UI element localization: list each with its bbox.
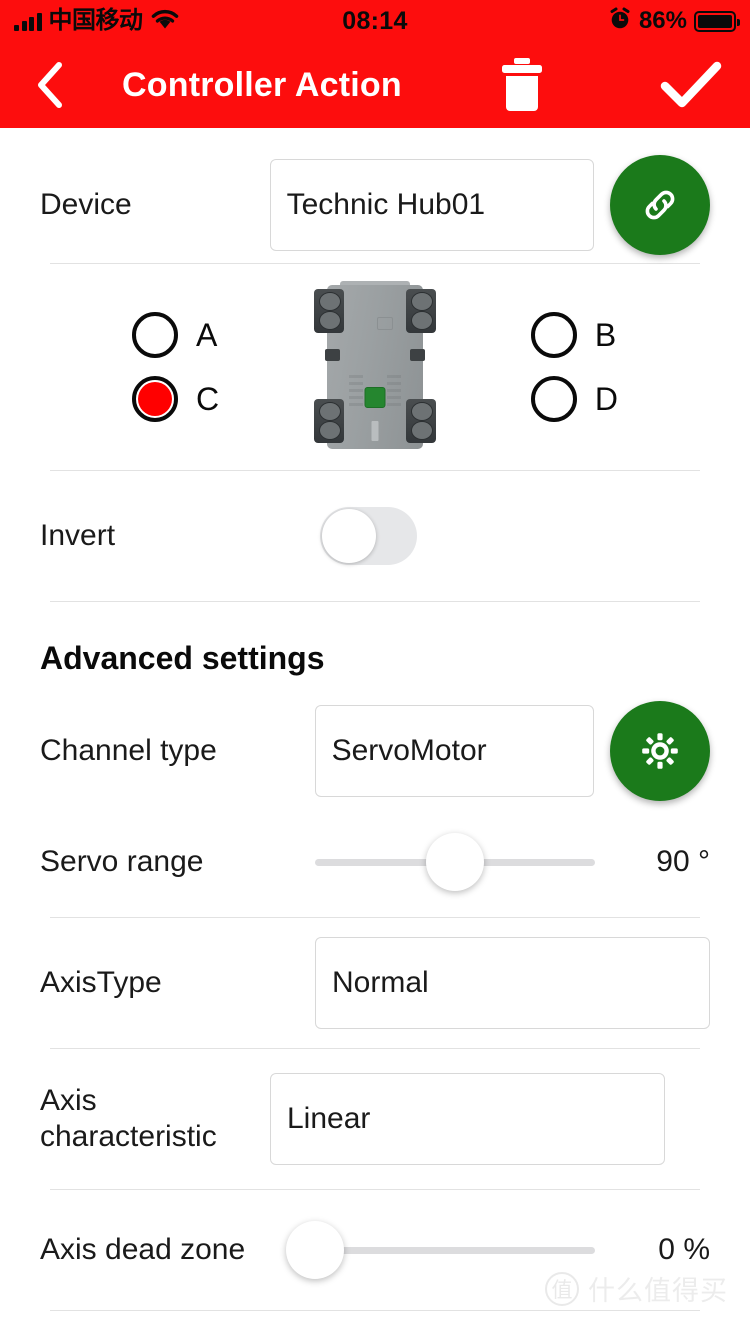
- nav-bar: Controller Action: [0, 42, 750, 128]
- battery-percentage: 86%: [638, 7, 687, 34]
- invert-row: Invert: [40, 471, 710, 601]
- servo-range-thumb[interactable]: [426, 833, 484, 891]
- channel-type-input[interactable]: ServoMotor: [314, 705, 595, 797]
- axis-dead-zone-value: 0 %: [658, 1233, 710, 1266]
- axis-characteristic-row: Axis characteristic Linear: [40, 1049, 710, 1189]
- axis-characteristic-input[interactable]: Linear: [270, 1073, 665, 1165]
- page-title: Controller Action: [122, 65, 402, 104]
- channel-settings-button[interactable]: [610, 701, 711, 801]
- axis-dead-zone-thumb[interactable]: [286, 1221, 344, 1279]
- port-label-a: A: [196, 316, 218, 353]
- axis-dead-zone-track: [315, 1246, 595, 1254]
- port-option-b[interactable]: B: [530, 312, 618, 358]
- port-selector: A C B D: [40, 264, 710, 470]
- invert-label: Invert: [40, 519, 116, 552]
- port-label-c: C: [196, 380, 220, 417]
- back-button[interactable]: [28, 59, 72, 111]
- radio-port-a[interactable]: [132, 312, 178, 358]
- port-column-right: B D: [530, 312, 618, 422]
- port-label-d: D: [594, 380, 618, 417]
- device-row: Device Technic Hub01: [40, 128, 710, 263]
- connect-device-button[interactable]: [610, 154, 710, 255]
- confirm-button[interactable]: [660, 61, 722, 109]
- hub-green-button: [364, 387, 386, 408]
- axis-type-label: AxisType: [40, 966, 162, 999]
- servo-range-row: Servo range 90 °: [40, 807, 710, 917]
- servo-range-slider[interactable]: [315, 833, 595, 891]
- port-option-d[interactable]: D: [530, 376, 618, 422]
- radio-port-d[interactable]: [530, 376, 577, 422]
- port-option-a[interactable]: A: [132, 312, 219, 358]
- axis-dead-zone-slider[interactable]: [286, 1221, 595, 1279]
- delete-button[interactable]: [494, 55, 550, 115]
- invert-toggle[interactable]: [320, 507, 417, 565]
- technic-hub-image: [314, 281, 436, 453]
- channel-type-row: Channel type ServoMotor: [40, 695, 711, 807]
- settings-content: Device Technic Hub01 A C B D Invert Adva…: [0, 128, 750, 1311]
- device-input[interactable]: Technic Hub01: [269, 158, 595, 251]
- radio-port-c[interactable]: [132, 376, 178, 422]
- gear-icon: [642, 733, 678, 769]
- port-option-c[interactable]: C: [132, 376, 219, 422]
- checkmark-icon: [660, 61, 722, 108]
- chevron-left-icon: [38, 62, 62, 108]
- battery-icon: [694, 10, 740, 32]
- axis-characteristic-label-line2: characteristic: [40, 1120, 217, 1153]
- servo-range-value: 90 °: [656, 845, 710, 878]
- port-column-left: A C: [132, 312, 219, 422]
- axis-type-input[interactable]: Normal: [315, 937, 710, 1029]
- invert-toggle-knob: [322, 509, 376, 563]
- nav-actions: [494, 55, 722, 115]
- radio-port-b[interactable]: [530, 312, 577, 358]
- axis-characteristic-label-line1: Axis: [40, 1084, 97, 1117]
- axis-dead-zone-row: Axis dead zone 0 %: [40, 1190, 710, 1310]
- alarm-clock-icon: [608, 7, 632, 36]
- channel-type-label: Channel type: [40, 734, 217, 767]
- status-bar-right: 86%: [608, 7, 740, 36]
- status-bar: 中国移动 08:14 86%: [0, 0, 750, 42]
- divider-dead-zone: [50, 1310, 700, 1311]
- port-label-b: B: [594, 316, 617, 353]
- axis-type-row: AxisType Normal: [40, 918, 710, 1048]
- device-label: Device: [40, 187, 132, 221]
- app-root: 中国移动 08:14 86% Controller Action Device …: [0, 0, 750, 1334]
- axis-characteristic-label: Axis characteristic: [40, 1083, 270, 1155]
- link-icon: [645, 190, 675, 219]
- trash-icon: [502, 58, 542, 111]
- servo-range-label: Servo range: [40, 845, 204, 878]
- axis-dead-zone-label: Axis dead zone: [40, 1233, 246, 1266]
- advanced-settings-heading: Advanced settings: [40, 640, 325, 676]
